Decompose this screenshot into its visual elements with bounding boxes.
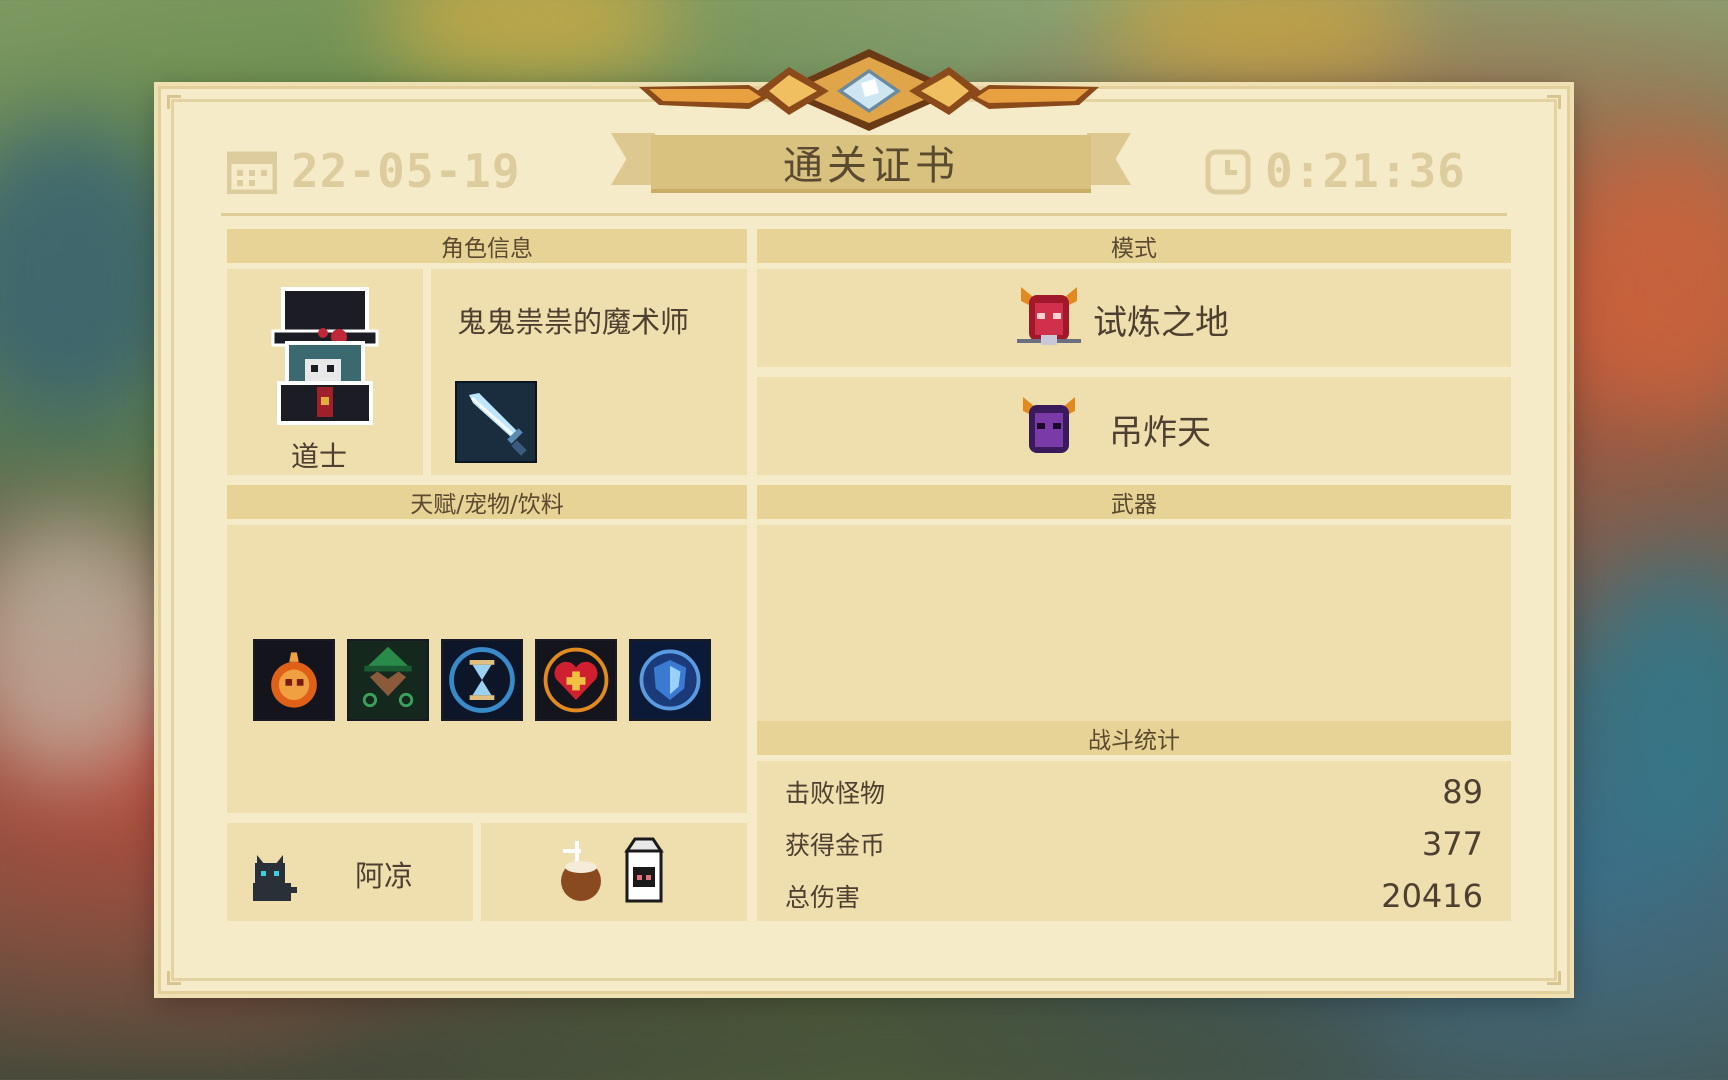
gem-ornament-icon xyxy=(639,49,1099,131)
clock-icon xyxy=(1205,149,1251,195)
blue-sword-icon[interactable] xyxy=(455,381,537,463)
battle-stats-cell: 击败怪物 89 获得金币 377 总伤害 20416 xyxy=(757,761,1511,921)
weapons-header: 武器 xyxy=(757,485,1511,519)
clear-time: 0:21:36 xyxy=(1205,141,1466,201)
character-portrait-cell: 道士 xyxy=(227,269,423,475)
corner-decoration xyxy=(167,95,181,109)
stat-value: 89 xyxy=(1442,773,1483,811)
taoist-character-icon xyxy=(271,287,379,425)
talents-cell xyxy=(227,525,747,813)
stat-row-total-damage: 总伤害 20416 xyxy=(785,871,1483,921)
mode-header: 模式 xyxy=(757,229,1511,263)
calendar-icon xyxy=(227,151,277,194)
clear-certificate-card: 22-05-19 通关证书 0:21:36 角色信息 道士 鬼鬼祟祟的魔术师 模… xyxy=(158,49,1570,994)
time-text: 0:21:36 xyxy=(1265,144,1466,198)
mode-label-difficulty: 吊炸天 xyxy=(1109,413,1211,453)
corner-decoration xyxy=(1547,95,1561,109)
character-class-name: 道士 xyxy=(291,440,348,473)
weapons-cell xyxy=(757,525,1511,721)
coconut-drink-icon[interactable] xyxy=(553,839,609,903)
title-banner: 通关证书 xyxy=(611,133,1131,207)
corner-decoration xyxy=(167,971,181,985)
stat-label: 获得金币 xyxy=(785,831,886,860)
flaming-skull-icon[interactable] xyxy=(253,639,335,721)
blue-shield-icon[interactable] xyxy=(629,639,711,721)
ribbon-right xyxy=(1087,133,1131,185)
red-heart-plus-icon[interactable] xyxy=(535,639,617,721)
milk-carton-icon[interactable] xyxy=(621,837,667,903)
background-blur xyxy=(0,520,180,780)
background-blur xyxy=(1590,560,1728,860)
stat-label: 击败怪物 xyxy=(785,779,886,808)
character-skin-cell: 鬼鬼祟祟的魔术师 xyxy=(431,269,747,475)
background-blur xyxy=(1100,0,1420,80)
mode-item-trial-ground: 试炼之地 xyxy=(757,269,1511,367)
certificate-title: 通关证书 xyxy=(651,135,1091,193)
background-blur xyxy=(380,0,680,80)
green-hat-heart-icon[interactable] xyxy=(347,639,429,721)
stat-value: 20416 xyxy=(1381,877,1483,915)
battle-stats-header: 战斗统计 xyxy=(757,721,1511,755)
pet-name: 阿凉 xyxy=(355,859,414,893)
clear-date: 22-05-19 xyxy=(227,141,521,201)
hourglass-icon[interactable] xyxy=(441,639,523,721)
pet-cell: 阿凉 xyxy=(227,823,473,921)
character-info-header: 角色信息 xyxy=(227,229,747,263)
talents-pet-drink-header: 天赋/宠物/饮料 xyxy=(227,485,747,519)
mode-item-difficulty: 吊炸天 xyxy=(757,377,1511,475)
skin-name: 鬼鬼祟祟的魔术师 xyxy=(457,305,690,339)
stat-value: 377 xyxy=(1421,825,1483,863)
corner-decoration xyxy=(1547,971,1561,985)
mode-label-trial-ground: 试炼之地 xyxy=(1093,303,1229,343)
drinks-cell xyxy=(481,823,747,921)
background-blur xyxy=(300,990,1400,1080)
purple-demon-icon xyxy=(1023,397,1075,453)
stat-label: 总伤害 xyxy=(785,883,861,912)
stat-row-monsters-defeated: 击败怪物 89 xyxy=(785,767,1483,817)
header-divider xyxy=(221,213,1507,216)
black-cat-icon[interactable] xyxy=(249,851,299,905)
date-text: 22-05-19 xyxy=(291,144,521,198)
background-blur xyxy=(1560,140,1728,420)
stat-row-gold-earned: 获得金币 377 xyxy=(785,819,1483,869)
red-demon-icon xyxy=(1017,287,1081,345)
ribbon-left xyxy=(611,133,655,185)
